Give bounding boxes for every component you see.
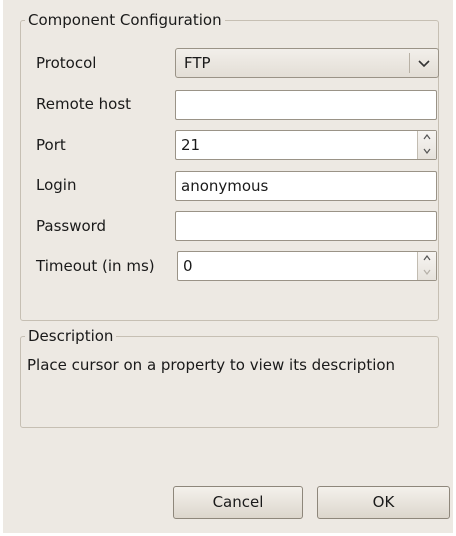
select-separator (409, 53, 410, 73)
protocol-selected-value: FTP (184, 54, 211, 72)
protocol-select[interactable]: FTP (175, 48, 439, 78)
remote-host-label: Remote host (36, 95, 132, 113)
cancel-button[interactable]: Cancel (173, 486, 303, 519)
port-spinbox[interactable]: 21 (175, 130, 437, 160)
timeout-spin-buttons (417, 252, 436, 280)
description-group: Description (20, 328, 439, 428)
ok-button[interactable]: OK (317, 486, 450, 519)
port-value: 21 (181, 136, 201, 154)
port-label: Port (36, 136, 66, 154)
timeout-value: 0 (183, 257, 193, 275)
description-text: Place cursor on a property to view its d… (27, 356, 396, 374)
login-input[interactable]: anonymous (175, 171, 437, 201)
port-spin-buttons (417, 131, 436, 159)
chevron-up-icon[interactable] (418, 252, 436, 266)
component-configuration-title: Component Configuration (28, 11, 222, 29)
description-title: Description (28, 327, 114, 345)
remote-host-input[interactable] (175, 90, 437, 120)
login-label: Login (36, 176, 77, 194)
timeout-label: Timeout (in ms) (36, 257, 155, 275)
chevron-up-icon[interactable] (418, 131, 436, 145)
protocol-label: Protocol (36, 54, 97, 72)
chevron-down-icon[interactable] (414, 49, 434, 77)
chevron-down-icon (418, 266, 436, 280)
chevron-down-icon[interactable] (418, 145, 436, 159)
password-label: Password (36, 217, 107, 235)
component-configuration-dialog: Component Configuration Protocol FTP Rem… (0, 0, 456, 536)
password-input[interactable] (175, 211, 437, 241)
timeout-spinbox[interactable]: 0 (177, 251, 437, 281)
